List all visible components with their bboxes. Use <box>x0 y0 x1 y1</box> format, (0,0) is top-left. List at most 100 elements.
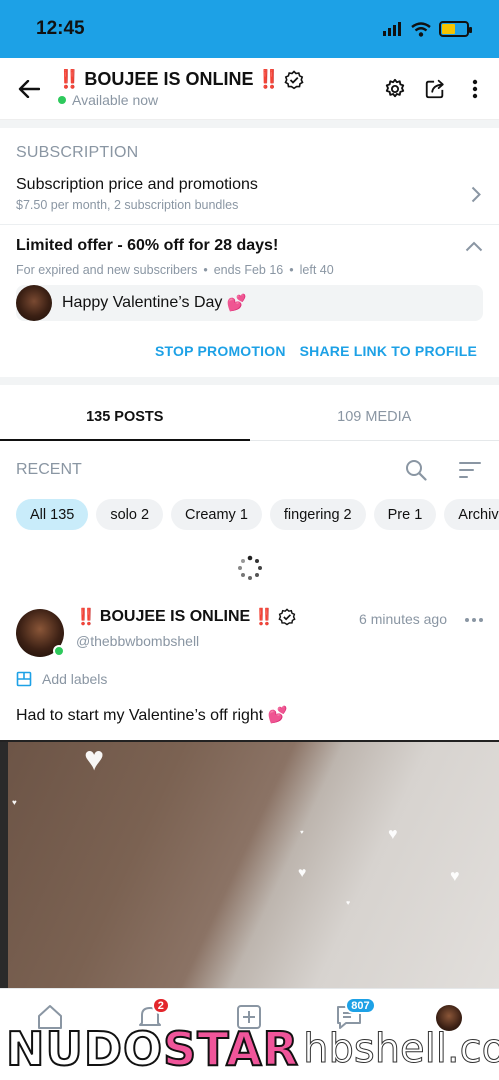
nav-home[interactable] <box>30 1003 70 1043</box>
heart-icon: ♥ <box>450 868 460 885</box>
sort-button[interactable] <box>457 457 483 483</box>
post-right: 6 minutes ago <box>359 611 483 657</box>
search-icon <box>406 460 427 481</box>
offer-header[interactable]: Limited offer - 60% off for 28 days! <box>16 237 483 255</box>
notifications-badge: 2 <box>151 997 170 1014</box>
offer-ends: ends Feb 16 <box>213 263 284 277</box>
media-edge <box>0 742 8 990</box>
status-icons <box>383 21 472 37</box>
label-chips: All 135 solo 2 Creamy 1 fingering 2 Pre … <box>0 499 499 531</box>
status-bar: 12:45 <box>0 0 499 58</box>
chip-archive[interactable]: Archiv <box>444 499 499 530</box>
post-meta: ‼️ BOUJEE IS ONLINE ‼️ @thebbwbombshell <box>76 605 359 657</box>
subscription-section: SUBSCRIPTION Subscription price and prom… <box>0 128 499 377</box>
spinner-icon <box>237 555 262 580</box>
more-vertical-icon <box>472 79 478 98</box>
status-time: 12:45 <box>36 18 85 39</box>
limited-offer: Limited offer - 60% off for 28 days! For… <box>0 225 499 377</box>
title-text: BOUJEE IS ONLINE <box>84 69 254 89</box>
recent-row: RECENT <box>0 441 499 499</box>
online-status-text: Available now <box>72 92 159 108</box>
chip-fingering[interactable]: fingering 2 <box>269 499 366 530</box>
tab-posts[interactable]: 135 POSTS <box>0 393 250 441</box>
profile-header: ‼️ BOUJEE IS ONLINE ‼️ Available now <box>0 58 499 120</box>
subscription-row-title: Subscription price and promotions <box>16 176 258 193</box>
post-text-body: Had to start my Valentine’s off right <box>16 707 264 724</box>
heart-icon: ♥ <box>12 798 17 807</box>
promo-heart-emoji: 💕 <box>226 295 247 312</box>
post-avatar[interactable] <box>16 609 65 657</box>
chevron-up-icon[interactable] <box>465 241 483 252</box>
post-name-suffix: ‼️ <box>254 609 274 626</box>
sort-icon <box>459 462 481 478</box>
bottom-nav: 2 807 <box>0 988 499 1080</box>
settings-button[interactable] <box>383 77 407 101</box>
back-button[interactable] <box>16 76 42 102</box>
sort-label: RECENT <box>16 461 82 478</box>
gear-icon <box>385 78 405 97</box>
share-button[interactable] <box>423 77 447 101</box>
online-dot-icon <box>58 96 66 104</box>
heart-icon: ♥ <box>346 900 351 907</box>
add-labels-button[interactable]: Add labels <box>0 657 499 687</box>
chip-pre[interactable]: Pre 1 <box>373 499 437 530</box>
home-icon <box>37 1005 62 1029</box>
heart-icon: ♥ <box>84 740 105 778</box>
share-link-button[interactable]: SHARE LINK TO PROFILE <box>300 343 477 359</box>
tab-media[interactable]: 109 MEDIA <box>250 393 499 440</box>
post-name-text: BOUJEE IS ONLINE <box>99 608 251 625</box>
content-tabs: 135 POSTS 109 MEDIA <box>0 393 499 441</box>
title-suffix: ‼️ <box>257 69 279 89</box>
subscription-row-text: Subscription price and promotions $7.50 … <box>16 176 471 212</box>
avatar <box>16 285 52 321</box>
chevron-right-icon <box>471 186 481 202</box>
search-button[interactable] <box>403 457 429 483</box>
chip-solo[interactable]: solo 2 <box>96 499 164 530</box>
add-labels-text: Add labels <box>42 671 108 687</box>
arrow-left-icon <box>18 79 40 98</box>
post-more-button[interactable] <box>465 618 483 622</box>
subscription-price-row[interactable]: Subscription price and promotions $7.50 … <box>0 162 499 224</box>
label-icon <box>16 671 32 687</box>
subscription-row-desc: $7.50 per month, 2 subscription bundles <box>16 198 239 212</box>
header-titles: ‼️ BOUJEE IS ONLINE ‼️ Available now <box>58 69 383 108</box>
nav-messages[interactable]: 807 <box>329 997 376 1043</box>
page-title: ‼️ BOUJEE IS ONLINE ‼️ <box>58 69 383 90</box>
chip-all[interactable]: All 135 <box>16 499 89 530</box>
stop-promotion-button[interactable]: STOP PROMOTION <box>155 343 286 359</box>
nav-new-post[interactable] <box>229 1003 269 1043</box>
subscription-heading: SUBSCRIPTION <box>16 144 139 161</box>
verified-icon <box>284 69 304 89</box>
header-actions <box>383 77 487 101</box>
post-author-name[interactable]: ‼️ BOUJEE IS ONLINE ‼️ <box>76 607 359 627</box>
share-icon <box>425 79 444 98</box>
offer-audience: For expired and new subscribers <box>16 263 198 277</box>
online-indicator-icon <box>53 645 65 657</box>
add-post-icon <box>237 1005 262 1029</box>
nav-notifications[interactable]: 2 <box>130 997 170 1043</box>
promo-actions: STOP PROMOTION SHARE LINK TO PROFILE <box>16 321 483 377</box>
post-author-handle[interactable]: @thebbwbombshell <box>76 633 359 649</box>
offer-left: left 40 <box>299 263 334 277</box>
signal-icon <box>383 22 401 36</box>
post-heart-emoji: 💕 <box>267 707 288 724</box>
post-text: Had to start my Valentine’s off right 💕 <box>0 687 499 725</box>
post-header: ‼️ BOUJEE IS ONLINE ‼️ @thebbwbombshell … <box>0 605 499 657</box>
online-status: Available now <box>58 92 383 108</box>
promo-message-text: Happy Valentine’s Day <box>62 294 223 311</box>
verified-icon <box>278 608 296 626</box>
avatar <box>436 1005 463 1031</box>
messages-badge: 807 <box>345 997 376 1014</box>
nav-profile[interactable] <box>429 1003 469 1043</box>
more-menu-button[interactable] <box>463 77 487 101</box>
heart-icon: ♥ <box>388 826 398 843</box>
chip-creamy[interactable]: Creamy 1 <box>171 499 262 530</box>
post-media[interactable]: ♥ ♥ ♥ ♥ ♥ ♥ ♥ <box>0 740 499 990</box>
title-prefix: ‼️ <box>58 69 80 89</box>
offer-title: Limited offer - 60% off for 28 days! <box>16 237 279 254</box>
loading-spinner <box>0 531 499 605</box>
section-gap <box>0 377 499 385</box>
wifi-icon <box>411 21 431 37</box>
offer-meta: For expired and new subscribers • ends Feb… <box>16 263 334 277</box>
post-name-prefix: ‼️ <box>76 609 96 626</box>
